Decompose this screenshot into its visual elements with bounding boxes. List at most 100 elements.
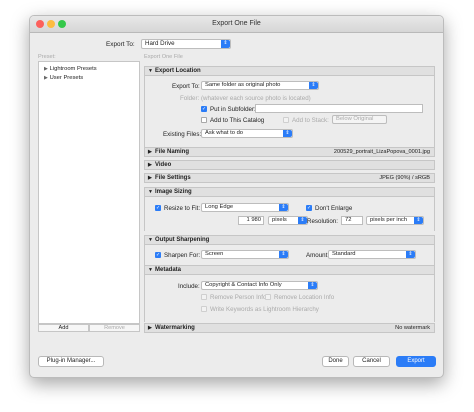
resolution-input[interactable]: 72 [341,216,363,225]
select-arrows-icon: ⇕ [221,40,230,48]
image-sizing-panel [144,197,435,231]
section-title: Output Sharpening [155,237,210,243]
existing-files-select[interactable]: Ask what to do ⇕ [201,129,293,138]
amount-select[interactable]: Standard ⇕ [328,250,416,259]
folder-label: Folder: [180,95,200,102]
sharpen-for-checkbox[interactable]: ✓ [155,252,161,258]
sharpen-for-label: Sharpen For: [164,252,201,259]
resize-to-fit-checkbox[interactable]: ✓ [155,205,161,211]
size-unit-value: pixels [272,217,287,223]
done-button[interactable]: Done [322,356,349,367]
remove-person-checkbox[interactable] [201,294,207,300]
stack-position-select[interactable]: Below Original [332,115,387,124]
watermarking-summary: No watermark [395,325,430,331]
preset-list: ▶ Lightroom Presets ▶ User Presets [38,61,140,324]
resize-to-fit-label: Resize to Fit: [164,205,201,212]
section-image-sizing[interactable]: ▼ Image Sizing [144,187,435,197]
section-export-location[interactable]: ▼ Export Location [144,66,435,76]
section-watermarking[interactable]: ▶ Watermarking No watermark [144,323,435,333]
disclosure-triangle-icon: ▶ [44,75,48,81]
location-export-to-value: Same folder as original photo [205,82,281,88]
section-title: File Naming [155,149,190,155]
file-settings-summary: JPEG (90%) / sRGB [379,175,430,181]
disclosure-closed-icon: ▶ [148,149,152,155]
preset-item-label: User Presets [49,75,84,81]
window-title: Export One File [212,20,261,27]
location-export-to-select[interactable]: Same folder as original photo ⇕ [201,81,319,90]
write-keywords-checkbox[interactable] [201,306,207,312]
subfolder-checkbox[interactable]: ✓ [201,106,207,112]
disclosure-open-icon: ▼ [148,267,153,273]
section-video[interactable]: ▶ Video [144,160,435,170]
resolution-unit-select[interactable]: pixels per inch ⇕ [366,216,424,225]
select-arrows-icon: ⇕ [308,282,317,289]
disclosure-open-icon: ▼ [148,189,153,195]
section-title: Watermarking [155,325,195,331]
remove-location-label: Remove Location Info [274,294,335,301]
select-arrows-icon: ⇕ [279,251,288,258]
select-arrows-icon: ⇕ [279,204,288,211]
preset-item-lightroom[interactable]: ▶ Lightroom Presets [44,65,97,72]
title-bar: Export One File [30,16,443,33]
stack-position-value: Below Original [336,116,374,122]
export-to-label: Export To: [106,41,135,48]
add-preset-button[interactable]: Add [38,324,89,332]
disclosure-closed-icon: ▶ [148,175,152,181]
section-metadata[interactable]: ▼ Metadata [144,265,435,275]
resize-mode-select[interactable]: Long Edge ⇕ [201,203,289,212]
resize-mode-value: Long Edge [205,204,234,210]
preset-item-user[interactable]: ▶ User Presets [44,74,83,81]
resolution-unit-value: pixels per inch [370,217,408,223]
disclosure-triangle-icon: ▶ [44,66,48,72]
section-file-settings[interactable]: ▶ File Settings JPEG (90%) / sRGB [144,173,435,183]
resolution-label: Resolution: [307,218,338,225]
file-naming-summary: 200529_portrait_LizaPopova_0001.jpg [333,149,430,155]
include-value: Copyright & Contact Info Only [205,282,282,288]
export-dialog: Export One File Export To: Hard Drive ⇕ … [29,15,444,378]
disclosure-open-icon: ▼ [148,68,153,74]
existing-files-value: Ask what to do [205,130,244,136]
remove-person-label: Remove Person Info [210,294,267,301]
add-catalog-checkbox[interactable] [201,117,207,123]
section-title: Image Sizing [155,189,192,195]
disclosure-closed-icon: ▶ [148,325,152,331]
add-catalog-label: Add to This Catalog [210,117,265,124]
export-button[interactable]: Export [396,356,436,367]
select-arrows-icon: ⇕ [283,130,292,137]
write-keywords-label: Write Keywords as Lightroom Hierarchy [210,306,319,313]
select-arrows-icon: ⇕ [298,217,307,224]
sharpen-for-value: Screen [205,251,224,257]
size-unit-select[interactable]: pixels ⇕ [268,216,308,225]
section-title: Metadata [155,267,182,273]
preset-header: Preset: [38,54,56,60]
section-title: File Settings [155,175,191,181]
export-to-value: Hard Drive [145,40,175,47]
export-to-select[interactable]: Hard Drive ⇕ [141,39,231,49]
add-stack-label: Add to Stack: [292,117,329,124]
select-arrows-icon: ⇕ [406,251,415,258]
cancel-button[interactable]: Cancel [353,356,390,367]
section-title: Video [155,162,172,168]
include-label: Include: [178,283,200,290]
existing-files-label: Existing Files: [163,131,202,138]
section-output-sharpening[interactable]: ▼ Output Sharpening [144,235,435,245]
disclosure-closed-icon: ▶ [148,162,152,168]
right-header: Export One File [144,54,183,60]
select-arrows-icon: ⇕ [309,82,318,89]
plugin-manager-button[interactable]: Plug-in Manager... [38,356,104,367]
section-title: Export Location [155,68,201,74]
sharpen-for-select[interactable]: Screen ⇕ [201,250,289,259]
amount-value: Standard [332,251,356,257]
include-select[interactable]: Copyright & Contact Info Only ⇕ [201,281,318,290]
dont-enlarge-label: Don't Enlarge [315,205,353,212]
folder-value: (whatever each source photo is located) [201,95,311,102]
subfolder-input[interactable] [255,104,423,113]
remove-preset-button[interactable]: Remove [89,324,140,332]
amount-label: Amount: [306,252,330,259]
size-input[interactable]: 1 980 [238,216,264,225]
add-stack-checkbox[interactable] [283,117,289,123]
dont-enlarge-checkbox[interactable]: ✓ [306,205,312,211]
section-file-naming[interactable]: ▶ File Naming 200529_portrait_LizaPopova_… [144,147,435,157]
location-export-to-label: Export To: [172,83,200,90]
remove-location-checkbox[interactable] [265,294,271,300]
